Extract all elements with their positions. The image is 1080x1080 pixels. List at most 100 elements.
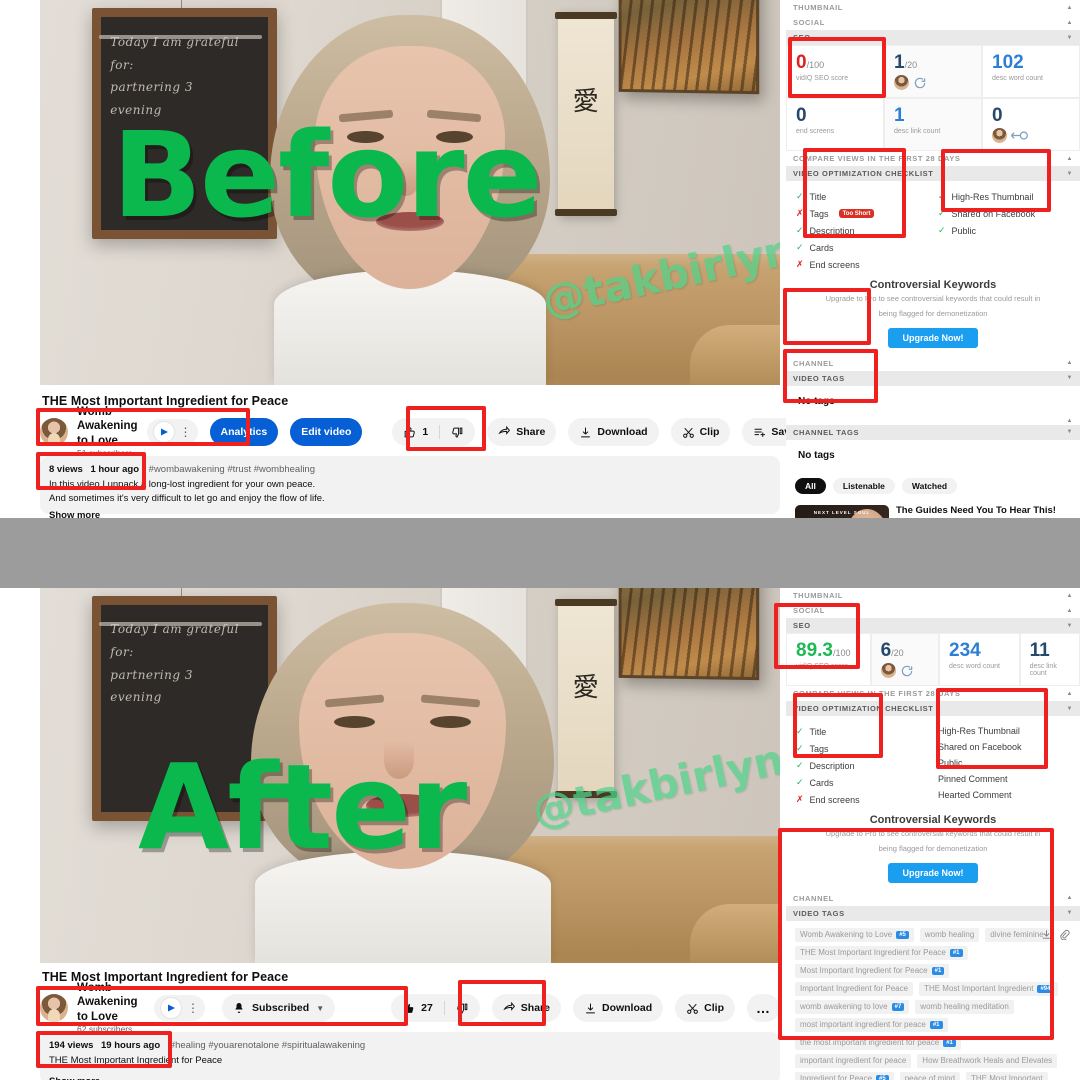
- after-like-group[interactable]: 27: [391, 994, 480, 1022]
- video-tag[interactable]: womb healing meditation: [915, 999, 1014, 1014]
- video-tag[interactable]: Most Important Ingredient for Peace #1: [795, 963, 950, 978]
- channel-name: Womb Awakening to Love: [77, 405, 138, 447]
- download-tags-icon[interactable]: [1041, 927, 1052, 945]
- chevron-down-icon[interactable]: ▼: [1066, 429, 1073, 435]
- like-button[interactable]: 27: [391, 1002, 444, 1015]
- video-tag[interactable]: Important Ingredient for Peace: [795, 981, 914, 996]
- filter-chip-all[interactable]: All: [795, 477, 826, 494]
- video-tag[interactable]: Womb Awakening to Love #5: [795, 927, 914, 942]
- recommendation-item[interactable]: NEXT LEVEL SOUL THE GUIDES NEED YOU TO H…: [786, 501, 1080, 519]
- filter-chip-watched[interactable]: Watched: [901, 477, 958, 494]
- chevron-up-icon[interactable]: ▲: [1066, 156, 1073, 162]
- section-compare-views[interactable]: COMPARE VIEWS IN THE FIRST 28 DAYS ▲: [786, 686, 1080, 701]
- before-like-group[interactable]: 1: [392, 418, 476, 446]
- checklist-item: ✓ Title: [796, 723, 928, 740]
- chevron-down-icon[interactable]: ▼: [1066, 171, 1073, 177]
- recommendation-thumbnail[interactable]: NEXT LEVEL SOUL THE GUIDES NEED YOU TO H…: [795, 504, 889, 518]
- video-tag[interactable]: most important ingredient for peace #1: [795, 1017, 948, 1032]
- video-tag[interactable]: peace of mind: [899, 1071, 960, 1080]
- section-video-tags[interactable]: VIDEO TAGS ▼: [786, 370, 1080, 386]
- chevron-down-icon[interactable]: ▼: [1066, 375, 1073, 381]
- download-button[interactable]: Download: [568, 418, 659, 446]
- stat-es-label: end screens: [796, 128, 835, 135]
- recommendation-title[interactable]: The Guides Need You To Hear This! with P…: [896, 505, 1071, 519]
- dislike-button[interactable]: [445, 1002, 480, 1015]
- before-show-more[interactable]: Show more: [49, 509, 771, 518]
- section-channel-tags[interactable]: CHANNEL TAGS ▼: [786, 424, 1080, 440]
- kebab-icon[interactable]: ⋮: [180, 426, 192, 438]
- section-channel[interactable]: CHANNEL ▲: [786, 355, 1080, 371]
- after-video-player[interactable]: Today I am grateful for: partnering 3 ev…: [40, 588, 780, 963]
- upgrade-now-button[interactable]: Upgrade Now!: [888, 862, 978, 883]
- section-seo[interactable]: SEO ▼: [786, 30, 1080, 45]
- section-compare-views[interactable]: COMPARE VIEWS IN THE FIRST 28 DAYS ▲: [786, 151, 1080, 166]
- video-tag[interactable]: womb healing: [919, 927, 980, 942]
- upgrade-now-button[interactable]: Upgrade Now!: [888, 327, 978, 348]
- bell-icon: [235, 1003, 243, 1013]
- before-description[interactable]: 8 views 1 hour ago #wombawakening #trust…: [40, 456, 780, 518]
- chevron-up-icon[interactable]: ▲: [1066, 20, 1073, 26]
- share-label: Share: [516, 426, 546, 438]
- after-age: 19 hours ago: [101, 1040, 161, 1051]
- chevron-up-icon[interactable]: ▲: [1066, 360, 1073, 366]
- share-button[interactable]: Share: [487, 418, 557, 446]
- checklist-item-label: End screens: [809, 259, 860, 270]
- clip-button[interactable]: Clip: [675, 994, 735, 1022]
- share-button[interactable]: Share: [491, 994, 561, 1022]
- analytics-button[interactable]: Analytics: [209, 418, 279, 446]
- channel-avatar[interactable]: [40, 418, 68, 446]
- section-thumbnail[interactable]: THUMBNAIL ▲: [786, 588, 1080, 603]
- filter-chip-listenable[interactable]: Listenable: [832, 477, 895, 494]
- chevron-up-icon[interactable]: ▲: [1066, 418, 1073, 424]
- like-button[interactable]: 1: [392, 426, 439, 439]
- video-tag[interactable]: the most important ingredient for peace #…: [795, 1035, 961, 1050]
- video-tag[interactable]: womb awakening to love #7: [795, 999, 910, 1014]
- kebab-icon[interactable]: ⋮: [187, 1002, 199, 1014]
- section-social[interactable]: SOCIAL ▲: [786, 603, 1080, 618]
- chevron-down-icon[interactable]: ▼: [1066, 623, 1073, 629]
- video-tag[interactable]: divine feminine: [985, 927, 1049, 942]
- chevron-up-icon[interactable]: ▲: [1066, 5, 1073, 11]
- channel-promote-button[interactable]: ⋮: [154, 995, 205, 1021]
- after-channel-block[interactable]: Womb Awakening to Love 62 subscribers ⋮ …: [40, 981, 336, 1035]
- checklist-item: Hearted Comment: [938, 787, 1070, 803]
- avatar-icon: [894, 75, 909, 90]
- chevron-up-icon[interactable]: ▲: [1066, 895, 1073, 901]
- section-checklist[interactable]: VIDEO OPTIMIZATION CHECKLIST ▼: [786, 701, 1080, 716]
- dislike-button[interactable]: [440, 426, 475, 439]
- subscribed-button[interactable]: Subscribed ▼: [222, 994, 336, 1022]
- tag-label: womb healing meditation: [920, 1002, 1009, 1011]
- video-tag[interactable]: Ingredient for Peace #5: [795, 1071, 894, 1080]
- channel-avatar[interactable]: [40, 994, 68, 1022]
- chevron-up-icon[interactable]: ▲: [1066, 691, 1073, 697]
- section-channel[interactable]: CHANNEL ▲: [786, 890, 1080, 906]
- video-tag[interactable]: How Breathwork Heals and Elevates: [917, 1053, 1058, 1068]
- chevron-down-icon[interactable]: ▼: [1066, 35, 1073, 41]
- more-actions-button[interactable]: …: [747, 994, 780, 1022]
- tag-label: important ingredient for peace: [800, 1056, 907, 1065]
- after-description[interactable]: 194 views 19 hours ago #healing #youaren…: [40, 1032, 780, 1080]
- channel-text: Womb Awakening to Love 62 subscribers: [77, 981, 145, 1035]
- chevron-up-icon[interactable]: ▲: [1066, 608, 1073, 614]
- video-tag[interactable]: THE Most Important Ingredient for Peace #…: [795, 945, 968, 960]
- chevron-down-icon[interactable]: ▼: [316, 1004, 324, 1013]
- after-show-more[interactable]: Show more: [49, 1075, 771, 1080]
- before-video-player[interactable]: Today I am grateful for: partnering 3 ev…: [40, 0, 780, 385]
- channel-promote-button[interactable]: ⋮: [146, 419, 198, 445]
- chevron-up-icon[interactable]: ▲: [1066, 593, 1073, 599]
- video-tag[interactable]: important ingredient for peace: [795, 1053, 912, 1068]
- before-channel-block[interactable]: Womb Awakening to Love 51 subscribers ⋮: [40, 405, 198, 459]
- section-social[interactable]: SOCIAL ▲: [786, 15, 1080, 30]
- section-seo[interactable]: SEO ▼: [786, 618, 1080, 633]
- video-tag[interactable]: THE Most Important: [966, 1071, 1048, 1080]
- clip-button[interactable]: Clip: [670, 418, 731, 446]
- chevron-down-icon[interactable]: ▼: [1066, 706, 1073, 712]
- section-thumbnail[interactable]: THUMBNAIL ▲: [786, 0, 1080, 15]
- chevron-down-icon[interactable]: ▼: [1066, 910, 1073, 916]
- copy-tags-icon[interactable]: [1059, 927, 1070, 945]
- edit-video-button[interactable]: Edit video: [290, 418, 363, 446]
- download-button[interactable]: Download: [572, 994, 664, 1022]
- section-checklist[interactable]: VIDEO OPTIMIZATION CHECKLIST ▼: [786, 166, 1080, 181]
- video-tag[interactable]: THE Most Important Ingredient #94: [919, 981, 1059, 996]
- section-video-tags[interactable]: VIDEO TAGS ▼: [786, 905, 1080, 921]
